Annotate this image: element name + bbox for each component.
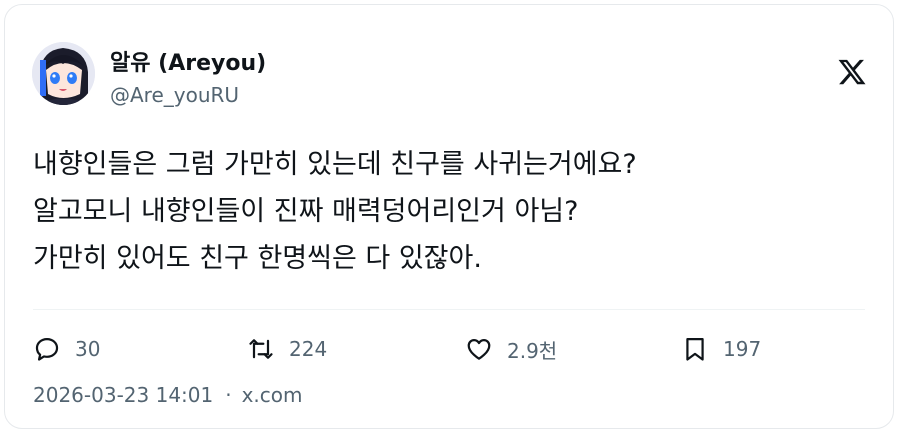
- avatar-image: [32, 42, 95, 105]
- action-bar: 30 224 2.9천 197: [33, 331, 793, 367]
- retweet-button[interactable]: 224: [247, 331, 327, 367]
- like-count: 2.9천: [507, 338, 558, 363]
- author-handle[interactable]: @Are_youRU: [110, 83, 239, 107]
- reply-button[interactable]: 30: [33, 331, 100, 367]
- timestamp[interactable]: 2026-03-23 14:01: [33, 383, 213, 407]
- like-button[interactable]: 2.9천: [465, 331, 557, 367]
- tweet-meta: 2026-03-23 14:01 · x.com: [33, 383, 303, 407]
- avatar[interactable]: [32, 42, 95, 105]
- author-display-name[interactable]: 알유 (Areyou): [110, 45, 266, 77]
- meta-separator: ·: [225, 383, 232, 407]
- divider: [33, 309, 865, 310]
- tweet-card: 알유 (Areyou) @Are_youRU 내향인들은 그럼 가만히 있는데 …: [4, 4, 894, 429]
- heart-icon: [467, 339, 491, 360]
- bookmark-count: 197: [723, 337, 762, 361]
- x-logo-icon[interactable]: [837, 57, 867, 87]
- bookmark-icon: [686, 337, 704, 361]
- reply-count: 30: [75, 337, 101, 361]
- retweet-arrows-icon: [249, 339, 273, 359]
- retweet-count: 224: [289, 337, 328, 361]
- source-link[interactable]: x.com: [242, 383, 303, 407]
- bookmark-button[interactable]: 197: [681, 331, 761, 367]
- tweet-text-line: 가만히 있어도 친구 한명씩은 다 있잖아.: [33, 243, 482, 274]
- tweet-text: 내향인들은 그럼 가만히 있는데 친구를 사귀는거에요? 알고모니 내향인들이 …: [33, 141, 873, 282]
- tweet-text-line: 내향인들은 그럼 가만히 있는데 친구를 사귀는거에요?: [33, 149, 637, 180]
- tweet-text-line: 알고모니 내향인들이 진짜 매력덩어리인거 아님?: [33, 196, 579, 227]
- speech-bubble-icon: [35, 337, 59, 361]
